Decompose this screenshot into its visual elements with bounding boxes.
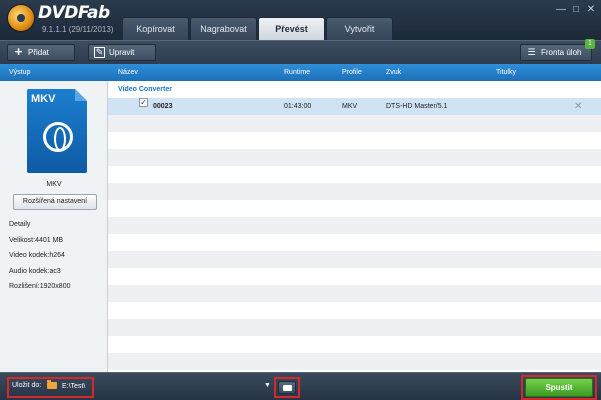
main-area: Výstup MKV MKV Rozšířená nastavení Detai… (0, 64, 601, 372)
dvdfab-logo-icon (8, 5, 34, 31)
app-brand: DVDFab (38, 3, 110, 23)
empty-grid-row (108, 336, 601, 353)
empty-grid-row (108, 302, 601, 319)
col-audio[interactable]: Zvuk (386, 64, 401, 81)
toolbar: + Přidat ✎ Upravit ☰ Fronta úloh 1 (0, 39, 601, 64)
row-checkbox[interactable]: ✓ (139, 98, 148, 107)
title-bar: DVDFab 9.1.1.1 (29/11/2013) Kopírovat Na… (0, 0, 601, 40)
empty-grid-row (108, 268, 601, 285)
output-format-label: MKV (46, 181, 62, 188)
advanced-settings-button[interactable]: Rozšířená nastavení (13, 194, 97, 210)
row-title-name: 00023 (153, 103, 173, 110)
output-panel: MKV MKV Rozšířená nastavení Detaily Veli… (0, 81, 108, 372)
table-row[interactable]: ✓ 00023 01:43:00 MKV DTS-HD Master/5.1 ✕ (108, 98, 601, 115)
col-name[interactable]: Název (118, 64, 138, 81)
empty-grid-row (108, 166, 601, 183)
detail-video-codec: Video kodek:h264 (9, 252, 65, 259)
row-profile[interactable]: MKV (342, 98, 357, 115)
empty-grid-row (108, 115, 601, 132)
minimize-icon[interactable]: — (554, 4, 568, 16)
empty-grid-row (108, 251, 601, 268)
app-version: 9.1.1.1 (29/11/2013) (42, 25, 114, 34)
tab-create[interactable]: Vytvořit (326, 17, 393, 40)
open-folder-icon (283, 385, 292, 391)
plus-icon: + (14, 44, 23, 59)
empty-grid-row (108, 132, 601, 149)
detail-audio-codec: Audio kodek:ac3 (9, 267, 61, 275)
close-icon[interactable]: ✕ (584, 4, 598, 16)
maximize-icon[interactable]: □ (569, 4, 583, 16)
main-tabs: Kopírovat Nagrabovat Převést Vytvořit (122, 17, 394, 40)
row-audio[interactable]: DTS-HD Master/5.1 (386, 98, 447, 115)
browse-folder-button[interactable] (278, 381, 296, 394)
tab-rip[interactable]: Nagrabovat (190, 17, 257, 40)
add-button-label: Přidat (28, 48, 49, 57)
start-button[interactable]: Spustit (525, 378, 593, 397)
col-profile[interactable]: Profile (342, 64, 362, 81)
task-queue-label: Fronta úloh (541, 48, 582, 57)
empty-grid-row (108, 319, 601, 336)
output-details: Detaily Velikost:4401 MB Video kodek:h26… (9, 217, 71, 295)
remove-row-icon[interactable]: ✕ (574, 98, 582, 115)
list-icon: ☰ (527, 47, 536, 57)
detail-resolution: Rozlišení:1920x800 (9, 283, 71, 290)
empty-grid-row (108, 183, 601, 200)
mkv-file-icon: MKV (27, 89, 87, 173)
edit-button[interactable]: ✎ Upravit (88, 44, 156, 61)
output-header: Výstup (0, 64, 108, 81)
tab-copy[interactable]: Kopírovat (122, 17, 189, 40)
empty-grid-row (108, 149, 601, 166)
task-queue-button[interactable]: ☰ Fronta úloh 1 (520, 39, 595, 61)
empty-grid-row (108, 285, 601, 302)
save-to-label: Uložit do: (12, 382, 42, 389)
details-title: Detaily (9, 221, 31, 228)
empty-grid-row (108, 234, 601, 251)
row-runtime: 01:43:00 (284, 103, 312, 110)
empty-grid-row (108, 217, 601, 234)
tab-convert[interactable]: Převést (258, 17, 325, 40)
title-grid: Video Converter ✓ 00023 01:43:00 MKV DTS… (108, 81, 601, 372)
save-path-input[interactable] (59, 379, 273, 394)
detail-size: Velikost:4401 MB (9, 236, 64, 244)
chevron-down-icon[interactable]: ▼ (264, 382, 271, 389)
bottom-bar: Uložit do: ▼ Spustit (0, 372, 601, 400)
col-subtitles[interactable]: Titulky (496, 64, 516, 81)
folder-icon (47, 380, 57, 389)
grid-header: Název Runtime Profile Zvuk Titulky (108, 64, 601, 81)
edit-icon: ✎ (94, 47, 105, 58)
queue-count-badge: 1 (585, 39, 595, 49)
add-button[interactable]: + Přidat (7, 44, 75, 61)
empty-grid-row (108, 353, 601, 370)
group-row-video-converter: Video Converter (108, 81, 601, 98)
col-runtime[interactable]: Runtime (284, 64, 310, 81)
file-icon-format-text: MKV (31, 93, 56, 105)
edit-button-label: Upravit (109, 48, 135, 57)
empty-grid-row (108, 200, 601, 217)
